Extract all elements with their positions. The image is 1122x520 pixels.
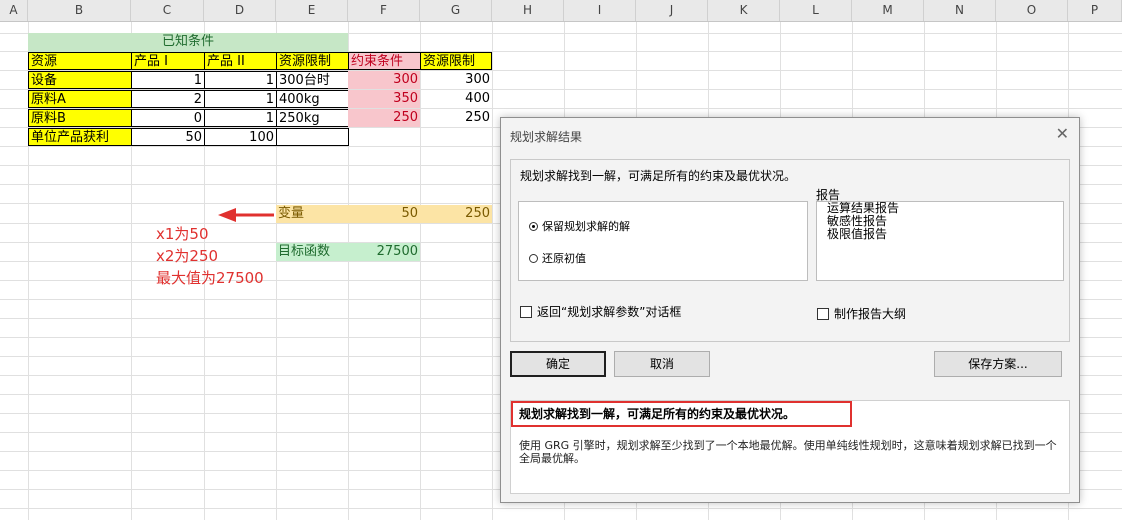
- cell-e[interactable]: 300台时: [276, 71, 349, 89]
- dialog-title: 规划求解结果: [510, 130, 583, 144]
- row-name[interactable]: 设备: [28, 71, 132, 89]
- column-header-f[interactable]: F: [348, 0, 420, 21]
- column-header-p[interactable]: P: [1068, 0, 1122, 21]
- cell-d[interactable]: 1: [204, 109, 277, 127]
- cancel-button[interactable]: 取消: [614, 351, 710, 377]
- options-group: 规划求解找到一解，可满足所有的约束及最优状况。 保留规划求解的解 还原初值 报告…: [510, 159, 1070, 342]
- column-header-h[interactable]: H: [492, 0, 564, 21]
- radio-keep-solution[interactable]: 保留规划求解的解: [529, 218, 630, 234]
- column-header-j[interactable]: J: [636, 0, 708, 21]
- cell-d[interactable]: 1: [204, 71, 277, 89]
- annotation-x2: x2为250: [156, 247, 219, 265]
- result-description-panel: 规划求解找到一解，可满足所有的约束及最优状况。 使用 GRG 引擎时，规划求解至…: [510, 400, 1070, 494]
- column-header-d[interactable]: D: [204, 0, 276, 21]
- outline-reports-label: 制作报告大纲: [834, 307, 907, 321]
- row-name[interactable]: 单位产品获利: [28, 128, 132, 146]
- cell-d[interactable]: 1: [204, 90, 277, 108]
- save-scenario-button[interactable]: 保存方案...: [934, 351, 1062, 377]
- column-header-c[interactable]: C: [131, 0, 204, 21]
- radio-group: 保留规划求解的解 还原初值: [518, 201, 808, 281]
- column-header-e[interactable]: E: [276, 0, 348, 21]
- cell-d[interactable]: 100: [204, 128, 277, 146]
- cell-c[interactable]: 50: [131, 128, 205, 146]
- column-header-b[interactable]: B: [28, 0, 131, 21]
- radio-keep-label: 保留规划求解的解: [542, 220, 630, 233]
- known-conditions-title[interactable]: 已知条件: [28, 33, 348, 52]
- cell-f[interactable]: 300: [348, 71, 420, 89]
- cell-e[interactable]: [276, 128, 349, 146]
- reports-list[interactable]: 运算结果报告 敏感性报告 极限值报告: [816, 201, 1064, 281]
- cell-c[interactable]: 0: [131, 109, 205, 127]
- column-header-a[interactable]: A: [0, 0, 28, 21]
- cell-c[interactable]: 1: [131, 71, 205, 89]
- header-resource-limit[interactable]: 资源限制: [276, 52, 349, 70]
- column-header-l[interactable]: L: [780, 0, 852, 21]
- column-header-bar: A B C D E F G H I J K L M N O P: [0, 0, 1122, 22]
- radio-unchecked-icon: [529, 253, 538, 263]
- annotation-x1: x1为50: [156, 225, 209, 243]
- column-header-i[interactable]: I: [564, 0, 636, 21]
- cell-g[interactable]: 400: [420, 90, 492, 108]
- variable-x2[interactable]: 250: [420, 205, 492, 223]
- result-highlight: 规划求解找到一解，可满足所有的约束及最优状况。: [511, 401, 852, 427]
- arrow-left-icon: [218, 208, 274, 222]
- report-item[interactable]: 极限值报告: [827, 228, 1063, 241]
- column-header-n[interactable]: N: [924, 0, 996, 21]
- solver-results-dialog: 规划求解结果 ✕ 规划求解找到一解，可满足所有的约束及最优状况。 保留规划求解的…: [500, 117, 1080, 503]
- cell-e[interactable]: 250kg: [276, 109, 349, 127]
- outline-reports-checkbox[interactable]: 制作报告大纲: [817, 305, 906, 322]
- header-product-2[interactable]: 产品 II: [204, 52, 277, 70]
- row-name[interactable]: 原料A: [28, 90, 132, 108]
- cell-e[interactable]: 400kg: [276, 90, 349, 108]
- radio-restore-values[interactable]: 还原初值: [529, 250, 586, 266]
- row-name[interactable]: 原料B: [28, 109, 132, 127]
- return-to-params-checkbox[interactable]: 返回“规划求解参数”对话框: [520, 303, 681, 320]
- variable-label[interactable]: 变量: [276, 205, 348, 223]
- cell-g[interactable]: 300: [420, 71, 492, 89]
- annotation-max: 最大值为27500: [156, 269, 264, 287]
- header-resource-limit-2[interactable]: 资源限制: [420, 52, 492, 70]
- ok-button[interactable]: 确定: [510, 351, 606, 377]
- cell-c[interactable]: 2: [131, 90, 205, 108]
- variable-x1[interactable]: 50: [348, 205, 420, 223]
- column-header-k[interactable]: K: [708, 0, 780, 21]
- result-description: 使用 GRG 引擎时，规划求解至少找到了一个本地最优解。使用单纯线性规划时，这意…: [519, 439, 1057, 465]
- header-resource[interactable]: 资源: [28, 52, 132, 70]
- close-icon[interactable]: ✕: [1056, 124, 1069, 143]
- radio-checked-icon: [529, 221, 538, 231]
- checkbox-icon: [520, 305, 532, 318]
- radio-restore-label: 还原初值: [542, 252, 586, 265]
- column-header-m[interactable]: M: [852, 0, 924, 21]
- solver-message: 规划求解找到一解，可满足所有的约束及最优状况。: [520, 169, 797, 183]
- cell-f[interactable]: 250: [348, 109, 420, 127]
- column-header-o[interactable]: O: [996, 0, 1068, 21]
- header-constraint[interactable]: 约束条件: [348, 52, 421, 70]
- cell-f[interactable]: 350: [348, 90, 420, 108]
- checkbox-icon: [817, 307, 829, 320]
- return-to-params-label: 返回“规划求解参数”对话框: [537, 305, 682, 319]
- header-product-1[interactable]: 产品 I: [131, 52, 205, 70]
- objective-label[interactable]: 目标函数: [276, 243, 348, 261]
- objective-value[interactable]: 27500: [348, 243, 420, 261]
- cell-g[interactable]: 250: [420, 109, 492, 127]
- column-header-g[interactable]: G: [420, 0, 492, 21]
